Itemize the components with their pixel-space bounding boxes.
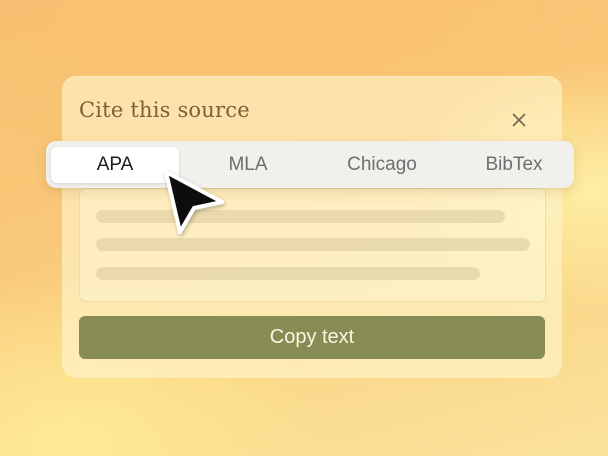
cite-source-dialog: Cite this source Copy text	[62, 76, 562, 378]
dialog-title: Cite this source	[79, 98, 250, 122]
copy-text-button[interactable]: Copy text	[79, 316, 545, 359]
tab-bibtex[interactable]: BibTex	[451, 147, 577, 183]
citation-style-tabs: APA MLA Chicago BibTex	[46, 141, 574, 188]
tab-chicago[interactable]: Chicago	[317, 147, 447, 183]
close-button[interactable]	[508, 109, 530, 131]
arrow-pointer-icon	[164, 170, 224, 234]
citation-text-area[interactable]	[79, 188, 546, 302]
close-icon	[512, 113, 526, 127]
citation-placeholder-line	[96, 267, 480, 280]
citation-placeholder-line	[96, 210, 505, 223]
